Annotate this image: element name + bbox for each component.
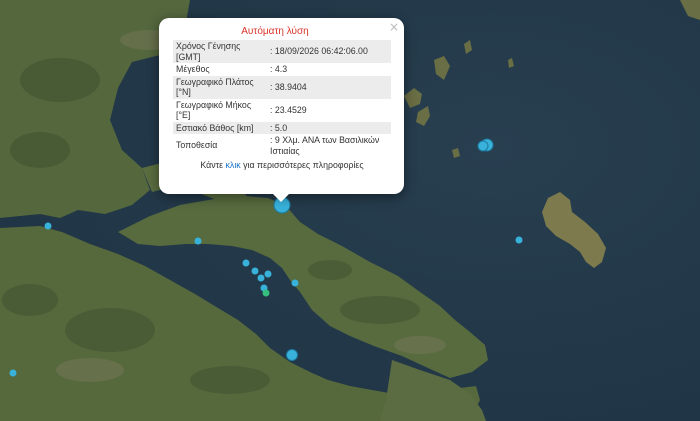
info-row-magnitude: Μέγεθος : 4.3	[173, 63, 391, 76]
more-info-suffix: για περισσότερες πληροφορίες	[243, 160, 364, 170]
info-value: : 23.4529	[270, 104, 307, 115]
more-info-link[interactable]: κλικ	[226, 160, 241, 170]
more-info-prefix: Κάντε	[200, 160, 224, 170]
event-marker[interactable]	[291, 279, 299, 287]
info-row-longitude: Γεωγραφικό Μήκος [°E] : 23.4529	[173, 99, 391, 122]
event-marker[interactable]	[251, 267, 259, 275]
event-marker[interactable]	[286, 349, 298, 361]
event-marker[interactable]	[515, 236, 523, 244]
event-marker[interactable]	[44, 222, 52, 230]
info-label: Εστιακό Βάθος [km]	[173, 121, 267, 134]
event-marker[interactable]	[9, 369, 17, 377]
info-row-location: Τοποθεσία : 9 Χλμ. ΑΝΑ των Βασιλικών Ιστ…	[173, 134, 391, 157]
info-label: Τοποθεσία	[176, 140, 218, 151]
event-marker[interactable]	[242, 259, 250, 267]
event-marker-recent[interactable]	[262, 289, 270, 297]
info-value: : 18/09/2026 06:42:06.00	[267, 40, 391, 63]
popup-title: Αυτόματη λύση	[241, 26, 309, 37]
info-value: : 38.9404	[267, 75, 391, 99]
event-marker[interactable]	[194, 237, 202, 245]
event-marker[interactable]	[257, 274, 265, 282]
info-value: : 5.0	[267, 121, 391, 134]
popup-pointer	[272, 193, 290, 202]
info-row-origin-time: Χρόνος Γένησης [GMT] : 18/09/2026 06:42:…	[173, 40, 391, 63]
info-label: Γεωγραφικό Μήκος [°E]	[176, 99, 252, 121]
info-label: Χρόνος Γένησης [GMT]	[173, 40, 267, 63]
event-popup: × Αυτόματη λύση Χρόνος Γένησης [GMT] : 1…	[159, 18, 404, 194]
event-marker[interactable]	[477, 140, 489, 152]
info-value: : 9 Χλμ. ΑΝΑ των Βασιλικών Ιστιαίας	[270, 135, 380, 156]
more-info-line: Κάντε κλικ για περισσότερες πληροφορίες	[173, 160, 391, 170]
info-row-latitude: Γεωγραφικό Πλάτος [°N] : 38.9404	[173, 75, 391, 99]
event-info-table: Χρόνος Γένησης [GMT] : 18/09/2026 06:42:…	[173, 40, 391, 157]
info-label: Γεωγραφικό Πλάτος [°N]	[173, 75, 267, 99]
close-icon[interactable]: ×	[389, 20, 399, 34]
info-label: Μέγεθος	[176, 64, 210, 74]
info-row-depth: Εστιακό Βάθος [km] : 5.0	[173, 121, 391, 134]
info-value: : 4.3	[270, 64, 288, 74]
event-marker[interactable]	[264, 270, 272, 278]
